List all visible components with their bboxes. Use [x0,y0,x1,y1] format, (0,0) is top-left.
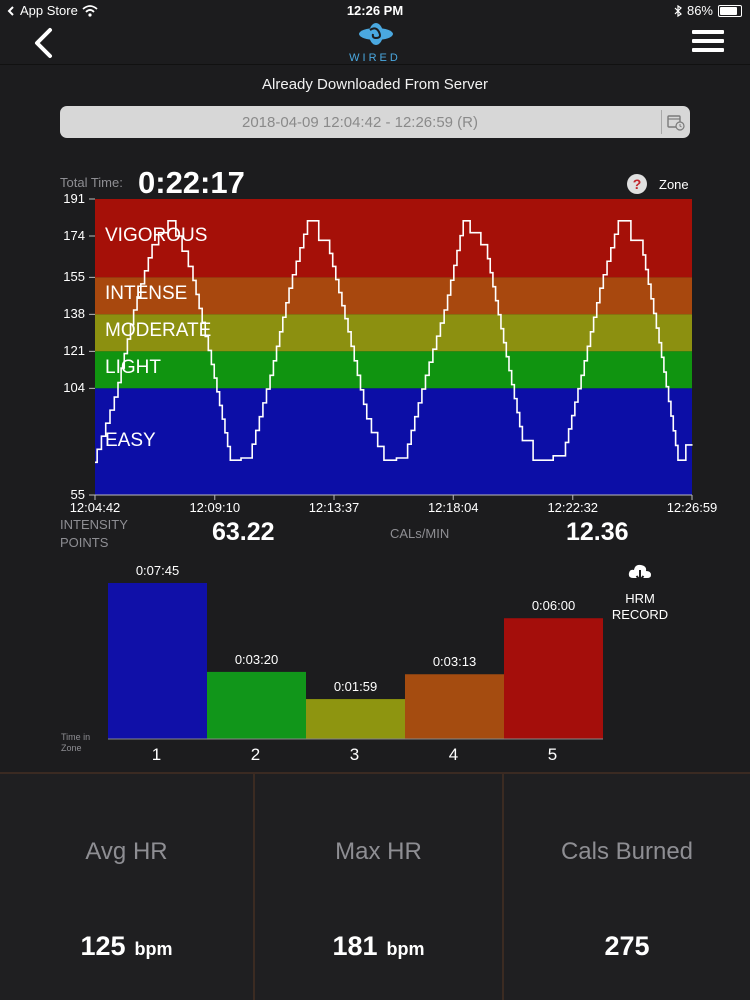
max-hr-panel: Max HR 181 bpm [255,774,502,1000]
bar-value-label: 0:03:20 [234,651,279,667]
max-hr-title: Max HR [335,838,422,865]
avg-hr-unit: bpm [134,939,173,959]
time-in-zone-chart [108,583,603,740]
bar-value-label: 0:03:13 [432,654,477,670]
avg-hr-value: 125 bpm [0,931,253,962]
bar-value-label: 0:06:00 [531,598,576,614]
hrm-label: HRM [625,591,655,606]
bar-value-label: 0:01:59 [333,679,378,695]
max-hr-unit: bpm [386,939,425,959]
bar-category-label: 3 [349,745,360,764]
record-label: RECORD [611,607,669,622]
bar-value-label: 0:07:45 [135,563,180,578]
cals-burned-panel: Cals Burned 275 [504,774,750,1000]
cloud-download-icon [628,564,651,582]
max-hr-number: 181 [332,931,378,961]
time-in-zone-axis-label: Time in Zone [61,732,91,753]
cals-burned-title: Cals Burned [560,838,694,865]
hrm-record-button[interactable]: HRM RECORD [604,562,676,623]
bar-category-label: 2 [250,745,261,764]
cals-burned-value: 275 [504,931,750,962]
avg-hr-number: 125 [80,931,126,961]
avg-hr-panel: Avg HR 125 bpm [0,774,253,1000]
bar-category-label: 4 [448,745,459,764]
zone-bar-1 [108,583,207,739]
zone-bar-3 [306,699,405,739]
zone-bar-5 [504,618,603,739]
zone-bar-4 [405,674,504,739]
cals-burned-number: 275 [604,931,650,961]
max-hr-value: 181 bpm [255,931,502,962]
avg-hr-title: Avg HR [85,838,168,865]
bar-category-label: 5 [547,745,558,764]
bar-category-label: 1 [151,745,162,764]
zone-bar-2 [207,671,306,739]
